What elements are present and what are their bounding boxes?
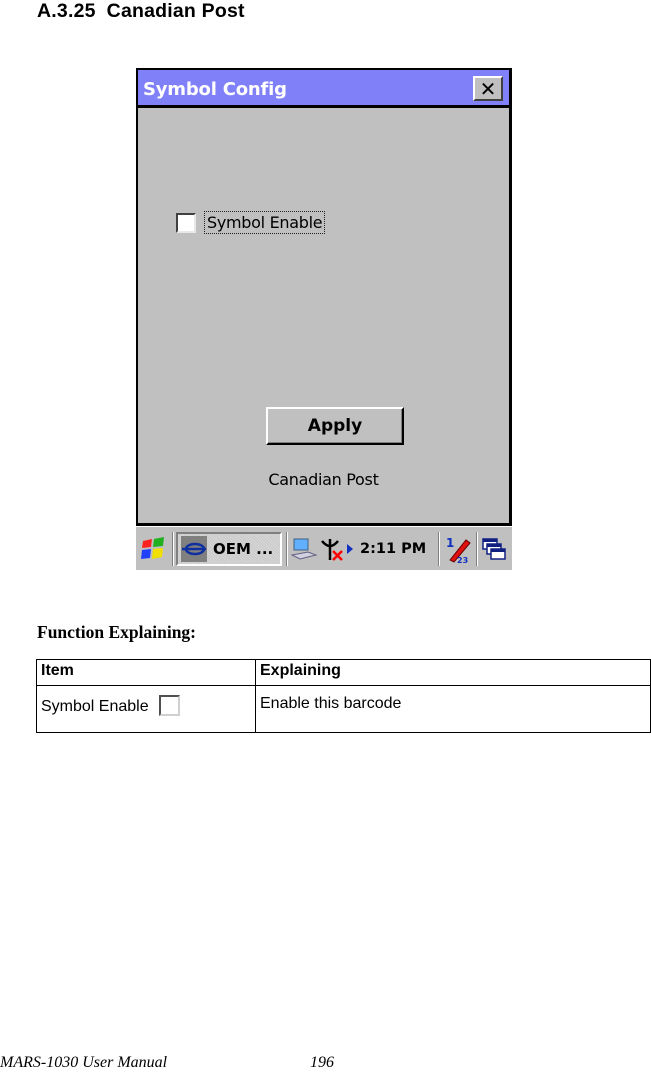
apply-button[interactable]: Apply bbox=[266, 407, 404, 445]
windows-switch-icon bbox=[482, 538, 506, 560]
page-footer: MARS-1030 User Manual 196 bbox=[0, 1054, 360, 1072]
taskbar: OEM ... 2:11 PM 1 23 bbox=[136, 526, 512, 570]
svg-text:1: 1 bbox=[446, 536, 454, 550]
close-icon: ✕ bbox=[479, 76, 497, 101]
network-tray-button[interactable] bbox=[290, 532, 318, 566]
symbol-config-window: Symbol Config ✕ Symbol Enable Apply Cana… bbox=[136, 68, 512, 526]
clock-time: 2:11 PM bbox=[360, 541, 427, 557]
section-heading: A.3.25 Canadian Post bbox=[37, 0, 245, 23]
symbol-enable-label[interactable]: Symbol Enable bbox=[204, 211, 326, 234]
input-panel-button[interactable]: 1 23 bbox=[444, 532, 472, 566]
input-panel-icon: 1 23 bbox=[446, 536, 471, 564]
table-header-row: Item Explaining bbox=[36, 659, 651, 686]
signal-tray-button[interactable] bbox=[318, 532, 346, 566]
function-table: Item Explaining Symbol Enable Enable thi… bbox=[36, 659, 651, 733]
symbol-enable-checkbox-row[interactable]: Symbol Enable bbox=[176, 211, 326, 234]
symbol-enable-checkbox[interactable] bbox=[176, 212, 196, 233]
taskbar-separator bbox=[438, 532, 440, 566]
title-bar: Symbol Config ✕ bbox=[138, 70, 509, 108]
header-explaining: Explaining bbox=[255, 659, 651, 686]
table-row: Symbol Enable Enable this barcode bbox=[36, 685, 651, 733]
clock[interactable]: 2:11 PM bbox=[360, 532, 426, 566]
svg-text:23: 23 bbox=[457, 556, 468, 564]
taskbar-separator bbox=[286, 532, 288, 566]
oem-app-icon bbox=[181, 536, 207, 562]
cell-explaining: Enable this barcode bbox=[255, 685, 651, 733]
device-screenshot: Symbol Config ✕ Symbol Enable Apply Cana… bbox=[136, 68, 512, 570]
item-label: Symbol Enable bbox=[41, 698, 149, 715]
tray-arrow-icon bbox=[347, 544, 353, 554]
network-icon bbox=[290, 538, 318, 560]
start-button[interactable] bbox=[140, 532, 168, 566]
function-explaining-heading: Function Explaining: bbox=[37, 622, 197, 642]
oem-task-button[interactable]: OEM ... bbox=[176, 532, 282, 566]
section-number: A.3.25 bbox=[37, 0, 96, 22]
windows-start-icon bbox=[141, 537, 164, 559]
header-item: Item bbox=[36, 659, 256, 686]
taskbar-separator bbox=[476, 532, 478, 566]
oem-task-label: OEM ... bbox=[213, 540, 274, 558]
desktop-switch-button[interactable] bbox=[481, 532, 507, 566]
checkbox-illustration-icon bbox=[158, 695, 180, 716]
manual-name: MARS-1030 User Manual bbox=[0, 1054, 168, 1071]
close-button[interactable]: ✕ bbox=[473, 76, 503, 101]
section-title: Canadian Post bbox=[106, 0, 245, 22]
page-number: 196 bbox=[310, 1054, 334, 1071]
taskbar-separator bbox=[172, 532, 174, 566]
cell-item: Symbol Enable bbox=[36, 685, 256, 733]
window-title: Symbol Config bbox=[143, 79, 287, 100]
symbology-caption: Canadian Post bbox=[268, 470, 379, 489]
tray-expand-arrow[interactable] bbox=[346, 532, 354, 566]
signal-off-icon bbox=[321, 539, 343, 561]
